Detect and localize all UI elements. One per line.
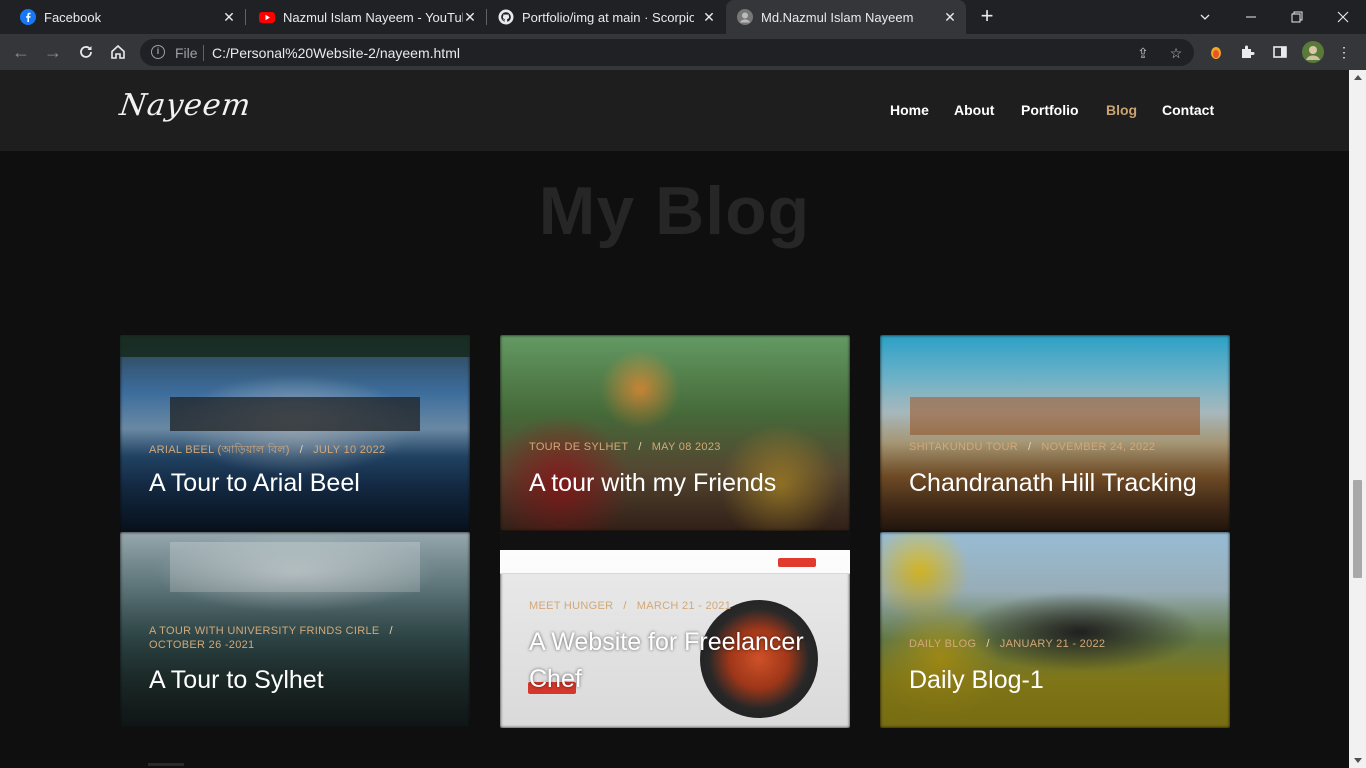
meta-separator: / <box>1028 441 1032 453</box>
address-scheme: File <box>175 45 198 61</box>
section-title: My Blog <box>538 173 811 249</box>
close-tab-icon[interactable]: ✕ <box>221 9 237 25</box>
profile-avatar[interactable] <box>1302 41 1324 63</box>
post-meta: DAILY BLOG / JANUARY 21 - 2022 <box>909 638 1105 650</box>
blog-card[interactable]: DAILY BLOG / JANUARY 21 - 2022 Daily Blog-… <box>880 532 1230 728</box>
home-icon[interactable] <box>106 40 130 64</box>
close-tab-icon[interactable]: ✕ <box>942 9 958 25</box>
post-meta: A TOUR WITH UNIVERSITY FRINDS CIRLE / OCTO… <box>149 624 449 652</box>
browser-tab-bar: Facebook ✕ Nazmul Islam Nayeem - YouTube… <box>0 0 1366 34</box>
close-tab-icon[interactable]: ✕ <box>701 9 717 25</box>
browser-tab[interactable]: Nazmul Islam Nayeem - YouTube ✕ <box>246 0 486 34</box>
reload-icon[interactable] <box>74 40 98 64</box>
post-date: MAY 08 2023 <box>651 441 721 453</box>
post-meta: SHITAKUNDU TOUR / NOVEMBER 24, 2022 <box>909 441 1155 453</box>
meta-separator: / <box>389 625 393 637</box>
post-title[interactable]: Daily Blog-1 <box>909 662 1044 699</box>
close-tab-icon[interactable]: ✕ <box>462 9 478 25</box>
tab-search-icon[interactable] <box>1182 0 1228 34</box>
post-title[interactable]: A Tour to Sylhet <box>149 662 324 699</box>
nav-home[interactable]: Home <box>890 102 929 118</box>
site-logo[interactable]: Nayeem <box>118 88 254 123</box>
puzzle-extensions-icon[interactable] <box>1238 42 1258 62</box>
share-icon[interactable]: ⇪ <box>1134 44 1152 62</box>
post-title[interactable]: A tour with my Friends <box>529 465 776 502</box>
browser-menu-icon[interactable]: ⋮ <box>1334 42 1354 62</box>
post-date: NOVEMBER 24, 2022 <box>1041 441 1156 453</box>
post-title[interactable]: A Website for Freelancer Chef <box>529 624 839 698</box>
post-category[interactable]: MEET HUNGER <box>529 600 613 612</box>
post-category[interactable]: DAILY BLOG <box>909 638 976 650</box>
meta-separator: / <box>623 600 627 612</box>
pagination-indicator <box>148 763 184 766</box>
close-window-icon[interactable] <box>1320 0 1366 34</box>
post-title[interactable]: Chandranath Hill Tracking <box>909 465 1197 502</box>
youtube-icon <box>259 9 275 25</box>
forward-icon[interactable]: → <box>41 40 65 64</box>
scroll-down-icon[interactable] <box>1354 758 1362 763</box>
post-meta: MEET HUNGER / MARCH 21 - 2021 <box>529 600 731 612</box>
post-date: OCTOBER 26 -2021 <box>149 639 255 651</box>
bookmark-star-icon[interactable]: ☆ <box>1167 44 1185 62</box>
extension-icon[interactable] <box>1206 42 1226 62</box>
tab-title: Portfolio/img at main · ScorpionN <box>522 9 694 25</box>
post-meta: ARIAL BEEL (আড়িয়াল বিল) / JULY 10 2022 <box>149 441 385 460</box>
tab-title: Md.Nazmul Islam Nayeem <box>761 9 914 25</box>
post-category[interactable]: ARIAL BEEL (আড়িয়াল বিল) <box>149 444 290 456</box>
post-date: JANUARY 21 - 2022 <box>999 638 1106 650</box>
blog-card[interactable]: A TOUR WITH UNIVERSITY FRINDS CIRLE / OCTO… <box>120 532 470 728</box>
blog-card[interactable]: ARIAL BEEL (আড়িয়াল বিল) / JULY 10 2022 A… <box>120 335 470 531</box>
post-meta: TOUR DE SYLHET / MAY 08 2023 <box>529 441 721 453</box>
browser-tab[interactable]: Facebook ✕ <box>0 0 245 34</box>
scroll-up-icon[interactable] <box>1354 75 1362 80</box>
github-icon <box>498 9 514 25</box>
browser-tab-active[interactable]: Md.Nazmul Islam Nayeem ✕ <box>726 0 966 34</box>
post-category[interactable]: SHITAKUNDU TOUR <box>909 441 1018 453</box>
facebook-icon <box>20 9 36 25</box>
avatar-icon <box>737 9 753 25</box>
blog-card[interactable]: MEET HUNGER / MARCH 21 - 2021 A Website fo… <box>500 532 850 728</box>
nav-about[interactable]: About <box>954 102 994 118</box>
nav-portfolio[interactable]: Portfolio <box>1021 102 1079 118</box>
minimize-icon[interactable] <box>1228 0 1274 34</box>
nav-blog[interactable]: Blog <box>1106 102 1137 118</box>
restore-icon[interactable] <box>1274 0 1320 34</box>
page-scrollbar[interactable] <box>1349 70 1366 768</box>
post-category[interactable]: TOUR DE SYLHET <box>529 441 628 453</box>
tab-title: Nazmul Islam Nayeem - YouTube <box>283 9 463 25</box>
blog-card[interactable]: SHITAKUNDU TOUR / NOVEMBER 24, 2022 Chandr… <box>880 335 1230 531</box>
post-date: JULY 10 2022 <box>313 444 386 456</box>
side-panel-icon[interactable] <box>1270 42 1290 62</box>
back-icon[interactable]: ← <box>9 40 33 64</box>
web-page: Nayeem Home About Portfolio Blog Contact… <box>0 70 1349 768</box>
address-bar[interactable]: i File C:/Personal%20Website-2/nayeem.ht… <box>140 39 1194 66</box>
post-category[interactable]: A TOUR WITH UNIVERSITY FRINDS CIRLE <box>149 625 380 637</box>
blog-card[interactable]: TOUR DE SYLHET / MAY 08 2023 A tour with m… <box>500 335 850 531</box>
meta-separator: / <box>299 444 304 456</box>
address-url[interactable]: C:/Personal%20Website-2/nayeem.html <box>212 45 460 61</box>
meta-separator: / <box>986 638 990 650</box>
address-divider <box>203 45 204 61</box>
new-tab-icon[interactable]: + <box>976 5 998 27</box>
post-date: MARCH 21 - 2021 <box>636 600 732 612</box>
browser-tab[interactable]: Portfolio/img at main · ScorpionN ✕ <box>487 0 725 34</box>
post-title[interactable]: A Tour to Arial Beel <box>149 465 360 502</box>
site-header: Nayeem Home About Portfolio Blog Contact <box>0 70 1349 151</box>
scroll-thumb[interactable] <box>1353 480 1362 578</box>
meta-separator: / <box>638 441 642 453</box>
nav-contact[interactable]: Contact <box>1162 102 1214 118</box>
site-info-icon[interactable]: i <box>151 45 165 59</box>
tab-title: Facebook <box>44 9 102 25</box>
browser-toolbar: ← → i File C:/Personal%20Website-2/nayee… <box>0 34 1366 70</box>
